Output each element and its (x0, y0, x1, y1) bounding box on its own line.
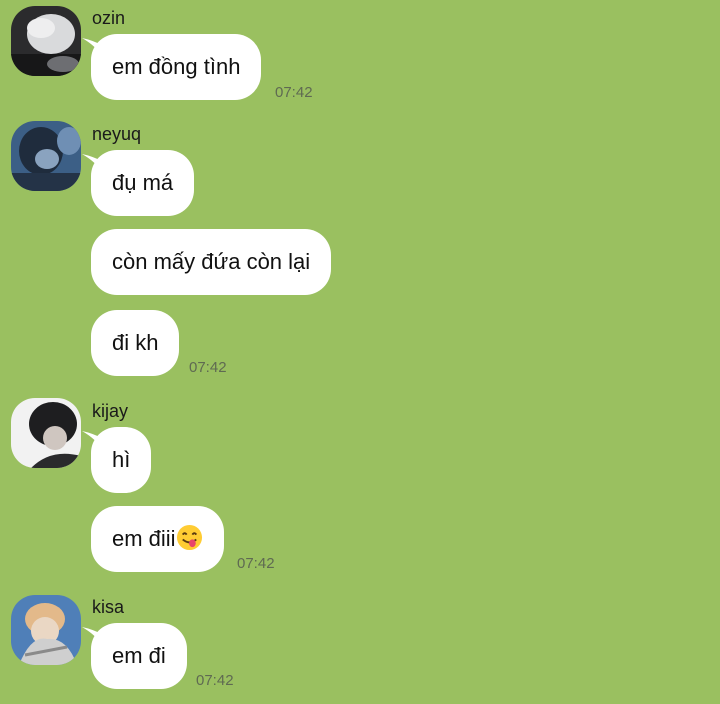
sender-name: kisa (92, 597, 125, 617)
message-text: đi kh (112, 330, 159, 355)
face-savoring-food-emoji (176, 524, 202, 551)
bubble-tail (82, 38, 104, 58)
message-timestamp: 07:42 (196, 672, 234, 689)
bubble-tail (82, 627, 104, 647)
avatar-ozin[interactable] (11, 6, 81, 76)
message-timestamp: 07:42 (275, 84, 313, 101)
message-text: hì (112, 447, 131, 472)
avatar-kijay[interactable] (11, 398, 81, 468)
avatar-kisa[interactable] (11, 595, 81, 665)
sender-name: kijay (92, 401, 129, 421)
message-text: đụ má (112, 170, 174, 195)
message-bubble[interactable]: em đồng tình (82, 34, 262, 100)
message-text: em đi (112, 643, 166, 668)
message-bubble[interactable]: đi kh (91, 310, 180, 376)
bubble-tail (82, 431, 104, 451)
message-bubble[interactable]: em điii (91, 506, 224, 572)
message-text: em đồng tình (112, 54, 241, 79)
message-bubble[interactable]: hì (82, 427, 152, 493)
sender-name: neyuq (92, 124, 142, 144)
message-timestamp: 07:42 (237, 555, 275, 572)
message-bubble[interactable]: em đi (82, 623, 187, 689)
message-bubble[interactable]: còn mấy đứa còn lại (91, 229, 332, 295)
message-text: còn mấy đứa còn lại (112, 249, 311, 274)
message-timestamp: 07:42 (189, 359, 227, 376)
message-bubble[interactable]: đụ má (82, 150, 195, 216)
message-text: em điii (112, 526, 176, 551)
bubble-tail (82, 154, 104, 174)
avatar-neyuq[interactable] (11, 121, 81, 191)
sender-name: ozin (92, 8, 126, 28)
